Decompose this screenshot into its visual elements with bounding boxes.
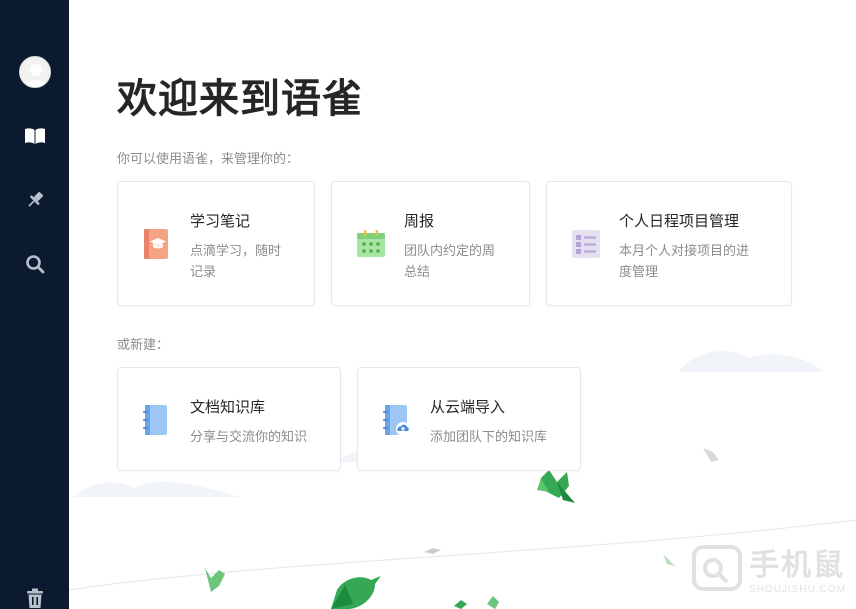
- main-content: 欢迎来到语雀 你可以使用语雀，来管理你的： 学习笔记 点滴学习，随时 记录 周报…: [69, 0, 856, 609]
- manage-intro-label: 你可以使用语雀，来管理你的：: [117, 151, 300, 166]
- sidebar-item-library[interactable]: [0, 116, 69, 156]
- sidebar-item-trash[interactable]: [0, 578, 69, 609]
- card-title: 学习笔记: [190, 213, 251, 230]
- pin-icon: [27, 191, 43, 207]
- watermark: 手机鼠 SHOUJISHU.COM: [691, 540, 846, 595]
- avatar-placeholder-icon: [23, 64, 48, 87]
- watermark-logo-icon: [692, 544, 743, 591]
- card-description-line: 点滴学习，随时: [190, 243, 282, 258]
- card-description: 本月个人对接项目的进 度管理: [619, 240, 749, 282]
- card-new-doc-library[interactable]: 文档知识库 分享与交流你的知识: [117, 367, 341, 471]
- notebook-icon: [143, 405, 167, 435]
- sidebar-item-pinned[interactable]: [0, 180, 69, 220]
- card-title: 周报: [404, 213, 435, 230]
- study-notes-icon: [144, 229, 168, 259]
- card-title: 文档知识库: [190, 399, 266, 416]
- card-title: 从云端导入: [430, 399, 506, 416]
- sidebar: [0, 0, 69, 609]
- card-description: 团队内约定的周 总结: [404, 240, 495, 282]
- card-description-line: 总结: [404, 264, 431, 279]
- card-description-line: 记录: [190, 264, 217, 279]
- search-icon: [25, 255, 44, 274]
- calendar-icon: [357, 230, 385, 257]
- card-description: 添加团队下的知识库: [430, 429, 548, 444]
- book-icon: [24, 128, 45, 144]
- cloud-import-icon: [383, 405, 410, 436]
- page-title: 欢迎来到语雀: [117, 77, 363, 121]
- watermark-subtext: SHOUJISHU.COM: [749, 584, 846, 595]
- card-weekly-report[interactable]: 周报 团队内约定的周 总结: [331, 181, 530, 306]
- trash-icon: [26, 588, 43, 608]
- card-description-line: 团队内约定的周: [404, 243, 496, 258]
- new-section-label: 或新建：: [117, 337, 170, 352]
- watermark-text: 手机鼠: [749, 549, 846, 582]
- card-description-line: 度管理: [619, 264, 659, 279]
- avatar: [18, 56, 51, 88]
- card-description-line: 本月个人对接项目的进: [619, 243, 750, 258]
- sidebar-item-search[interactable]: [0, 244, 69, 284]
- card-description: 点滴学习，随时 记录: [190, 240, 281, 282]
- card-study-notes[interactable]: 学习笔记 点滴学习，随时 记录: [117, 181, 315, 306]
- card-title: 个人日程项目管理: [619, 213, 740, 230]
- card-import-from-cloud[interactable]: 从云端导入 添加团队下的知识库: [357, 367, 581, 471]
- bird-illustration: [537, 470, 575, 503]
- checklist-icon: [572, 230, 600, 258]
- card-description: 分享与交流你的知识: [190, 429, 308, 444]
- user-avatar-button[interactable]: [0, 52, 69, 92]
- card-personal-project-management[interactable]: 个人日程项目管理 本月个人对接项目的进 度管理: [546, 181, 792, 306]
